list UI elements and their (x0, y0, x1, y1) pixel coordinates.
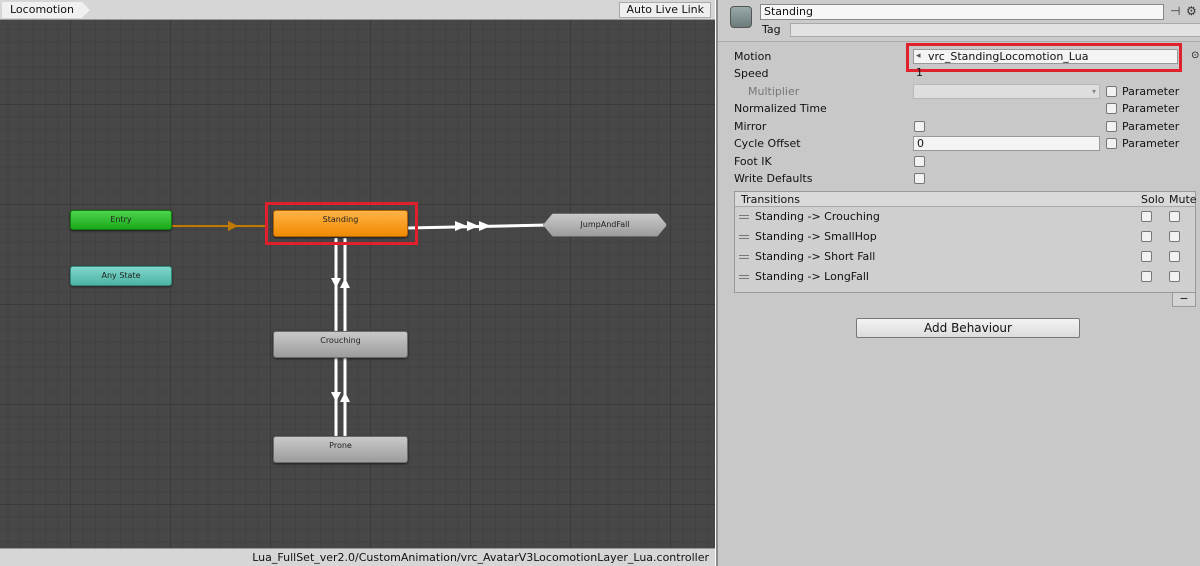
speed-field[interactable]: 1 (913, 67, 1100, 80)
mute-checkbox[interactable] (1169, 271, 1180, 282)
solo-header: Solo (1141, 193, 1165, 206)
transition-row[interactable]: Standing -> LongFall (735, 267, 1195, 287)
drag-handle-icon[interactable] (739, 255, 749, 259)
inspector-header: Standing ⊣ ⚙ Tag (718, 0, 1200, 42)
preset-icon[interactable]: ⊣ (1170, 4, 1180, 18)
transition-label: Standing -> Short Fall (755, 250, 876, 263)
transition-arrowhead (467, 221, 479, 231)
normalized-time-label: Normalized Time (734, 102, 827, 115)
transition-arrowhead (455, 221, 467, 231)
animator-state-icon (730, 6, 752, 28)
entry-transition-arrowhead (228, 221, 238, 231)
cycle-offset-label: Cycle Offset (734, 137, 801, 150)
parameter-label: Parameter (1122, 102, 1180, 115)
foot-ik-checkbox[interactable] (914, 156, 925, 167)
motion-label: Motion (734, 50, 772, 63)
multiplier-parameter-checkbox[interactable] (1106, 86, 1117, 97)
mute-checkbox[interactable] (1169, 211, 1180, 222)
controller-path: Lua_FullSet_ver2.0/CustomAnimation/vrc_A… (252, 551, 709, 564)
remove-transition-button[interactable]: − (1172, 293, 1196, 307)
cycle-offset-field[interactable]: 0 (913, 136, 1100, 151)
animator-toolbar: Locomotion Auto Live Link (0, 0, 715, 20)
drag-handle-icon[interactable] (739, 215, 749, 219)
transition-label: Standing -> LongFall (755, 270, 869, 283)
node-crouching[interactable]: Crouching (273, 331, 408, 358)
foot-ik-label: Foot IK (734, 155, 772, 168)
animator-window: Locomotion Auto Live Link Entry Any Stat… (0, 0, 715, 566)
animator-footer: Lua_FullSet_ver2.0/CustomAnimation/vrc_A… (0, 548, 715, 566)
transition-row[interactable]: Standing -> Crouching (735, 207, 1195, 227)
mirror-checkbox[interactable] (914, 121, 925, 132)
gear-icon[interactable]: ⚙ (1186, 4, 1197, 18)
object-picker-icon[interactable]: ⊙ (1191, 50, 1199, 61)
transition-label: Standing -> Crouching (755, 210, 880, 223)
node-entry[interactable]: Entry (70, 210, 172, 230)
auto-live-link-button[interactable]: Auto Live Link (619, 2, 711, 18)
speed-label: Speed (734, 67, 769, 80)
breadcrumb-layer[interactable]: Locomotion (2, 2, 90, 18)
transition-row[interactable]: Standing -> SmallHop (735, 227, 1195, 247)
parameter-label: Parameter (1122, 137, 1180, 150)
transition-arrowhead (340, 278, 350, 288)
solo-checkbox[interactable] (1141, 231, 1152, 242)
transition-arrowhead (331, 278, 341, 288)
standing-jump-transition-line (407, 223, 549, 230)
state-name-field[interactable]: Standing (760, 4, 1164, 20)
transitions-list: Transitions Solo Mute Standing -> Crouch… (734, 191, 1197, 293)
drag-handle-icon[interactable] (739, 275, 749, 279)
multiplier-label: Multiplier (748, 85, 800, 98)
write-defaults-checkbox[interactable] (914, 173, 925, 184)
parameter-label: Parameter (1122, 120, 1180, 133)
mirror-parameter-checkbox[interactable] (1106, 121, 1117, 132)
mute-checkbox[interactable] (1169, 231, 1180, 242)
transition-arrowhead (331, 392, 341, 402)
transition-row[interactable]: Standing -> Short Fall (735, 247, 1195, 267)
add-behaviour-button[interactable]: Add Behaviour (856, 318, 1080, 338)
state-machine-graph[interactable]: Entry Any State Standing JumpAndFall Cro… (0, 20, 715, 548)
multiplier-dropdown[interactable]: ▾ (913, 84, 1100, 99)
inspector-panel: Standing ⊣ ⚙ Tag Motion ◂ vrc_StandingLo… (716, 0, 1200, 566)
transition-label: Standing -> SmallHop (755, 230, 877, 243)
write-defaults-label: Write Defaults (734, 172, 813, 185)
standing-highlight-box (265, 202, 418, 245)
solo-checkbox[interactable] (1141, 251, 1152, 262)
solo-checkbox[interactable] (1141, 211, 1152, 222)
transitions-header: Transitions Solo Mute (735, 192, 1197, 207)
transition-arrowhead (479, 221, 491, 231)
mirror-label: Mirror (734, 120, 767, 133)
cycle-offset-parameter-checkbox[interactable] (1106, 138, 1117, 149)
node-any-state[interactable]: Any State (70, 266, 172, 286)
node-jump-and-fall[interactable]: JumpAndFall (543, 213, 667, 237)
normalized-time-parameter-checkbox[interactable] (1106, 103, 1117, 114)
transition-arrowhead (340, 392, 350, 402)
drag-handle-icon[interactable] (739, 235, 749, 239)
tag-field[interactable] (790, 23, 1200, 37)
chevron-down-icon: ▾ (1091, 87, 1096, 96)
mute-checkbox[interactable] (1169, 251, 1180, 262)
mute-header: Mute (1169, 193, 1197, 206)
node-prone[interactable]: Prone (273, 436, 408, 463)
solo-checkbox[interactable] (1141, 271, 1152, 282)
parameter-label: Parameter (1122, 85, 1180, 98)
tag-label: Tag (762, 23, 781, 36)
transitions-header-label: Transitions (741, 193, 800, 206)
